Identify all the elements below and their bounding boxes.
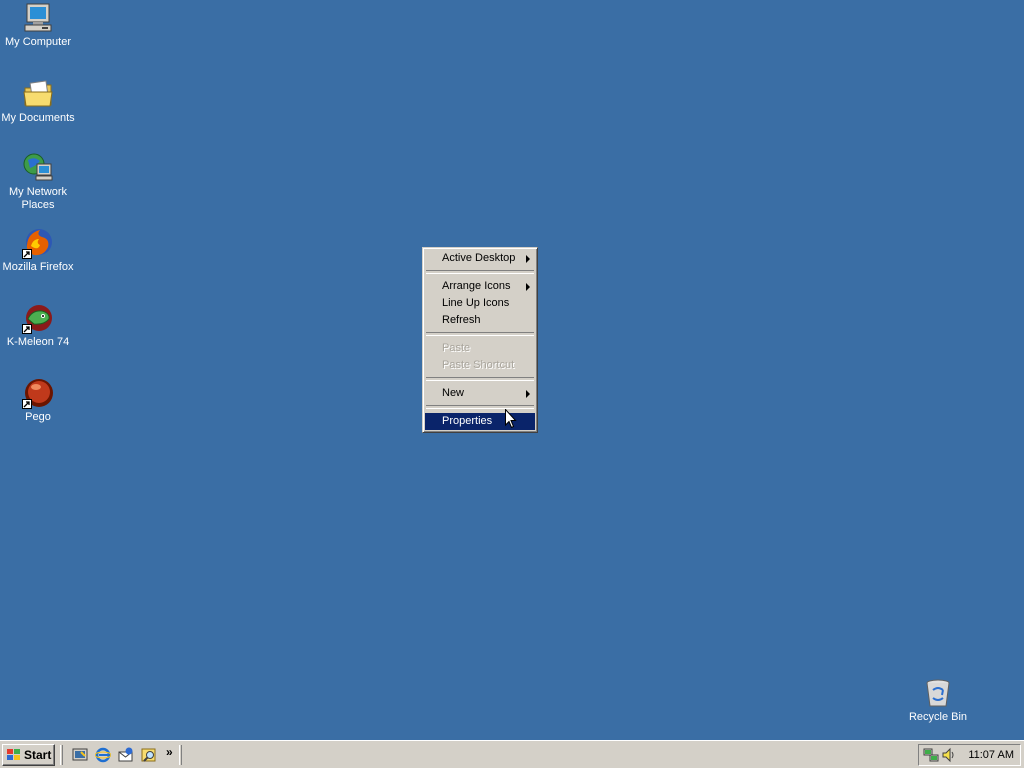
menu-item-label: Arrange Icons — [442, 280, 511, 292]
volume-icon[interactable] — [941, 747, 957, 763]
start-button[interactable]: Start — [2, 744, 55, 766]
menu-separator — [426, 332, 534, 336]
desktop-icon-label: Recycle Bin — [908, 711, 968, 723]
submenu-arrow-icon — [526, 255, 530, 263]
menu-separator — [426, 270, 534, 274]
desktop-icon-pego[interactable]: Pego — [0, 377, 76, 424]
menu-item-label: Refresh — [442, 314, 481, 326]
menu-item-line-up-icons[interactable]: Line Up Icons — [425, 295, 535, 312]
network-icon[interactable] — [923, 747, 939, 763]
menu-item-arrange-icons[interactable]: Arrange Icons — [425, 278, 535, 295]
my-documents-icon — [22, 78, 54, 110]
desktop-icon-my-network-places[interactable]: My Network Places — [0, 152, 76, 212]
menu-item-paste-shortcut: Paste Shortcut — [425, 357, 535, 374]
desktop-context-menu: Active Desktop Arrange Icons Line Up Ico… — [422, 247, 538, 433]
shortcut-arrow-icon — [22, 324, 32, 334]
search-icon[interactable] — [141, 747, 157, 763]
start-label: Start — [24, 748, 52, 762]
taskbar: Start » 11:07 AM — [0, 740, 1024, 768]
desktop-icon-label: K-Meleon 74 — [6, 336, 70, 348]
menu-item-label: Paste — [442, 342, 471, 354]
menu-item-refresh[interactable]: Refresh — [425, 312, 535, 329]
outlook-express-icon[interactable] — [118, 747, 134, 763]
menu-item-properties[interactable]: Properties — [425, 413, 535, 430]
desktop-icon-my-computer[interactable]: My Computer — [0, 2, 76, 49]
menu-item-label: Active Desktop — [442, 252, 516, 264]
menu-item-new[interactable]: New — [425, 385, 535, 402]
menu-separator — [426, 405, 534, 409]
mouse-cursor-icon — [505, 408, 517, 429]
recycle-bin-icon — [922, 677, 954, 709]
menu-item-label: Paste Shortcut — [442, 359, 515, 371]
desktop-icon-my-documents[interactable]: My Documents — [0, 78, 76, 125]
quick-launch-more-button[interactable]: » — [166, 745, 173, 759]
submenu-arrow-icon — [526, 390, 530, 398]
desktop-icon-label: My Computer — [4, 36, 72, 48]
desktop-icon-recycle-bin[interactable]: Recycle Bin — [900, 677, 976, 724]
desktop-icon-label: Pego — [25, 411, 51, 423]
menu-separator — [426, 377, 534, 381]
toolbar-grip[interactable] — [179, 745, 182, 765]
firefox-icon — [22, 227, 54, 259]
desktop-icon-label: My Network Places — [8, 186, 68, 211]
toolbar-grip[interactable] — [60, 745, 63, 765]
internet-explorer-icon[interactable] — [94, 747, 112, 763]
menu-item-paste: Paste — [425, 340, 535, 357]
clock[interactable]: 11:07 AM — [968, 745, 1014, 765]
windows-logo-icon — [6, 748, 22, 762]
my-network-places-icon — [22, 152, 54, 184]
menu-item-label: New — [442, 387, 465, 399]
shortcut-arrow-icon — [22, 399, 32, 409]
menu-item-label: Properties — [442, 415, 493, 427]
my-computer-icon — [22, 2, 54, 34]
menu-item-active-desktop[interactable]: Active Desktop — [425, 250, 535, 267]
submenu-arrow-icon — [526, 283, 530, 291]
desktop-icon-mozilla-firefox[interactable]: Mozilla Firefox — [0, 227, 76, 274]
desktop-icon-label: My Documents — [1, 112, 75, 124]
shortcut-arrow-icon — [22, 249, 32, 259]
system-tray: 11:07 AM — [918, 744, 1021, 766]
desktop-icon-label: Mozilla Firefox — [2, 261, 74, 273]
menu-item-label: Line Up Icons — [442, 297, 510, 309]
k-meleon-icon — [22, 302, 54, 334]
pego-icon — [22, 377, 54, 409]
show-desktop-icon[interactable] — [72, 747, 88, 763]
desktop-icon-k-meleon[interactable]: K-Meleon 74 — [0, 302, 76, 349]
